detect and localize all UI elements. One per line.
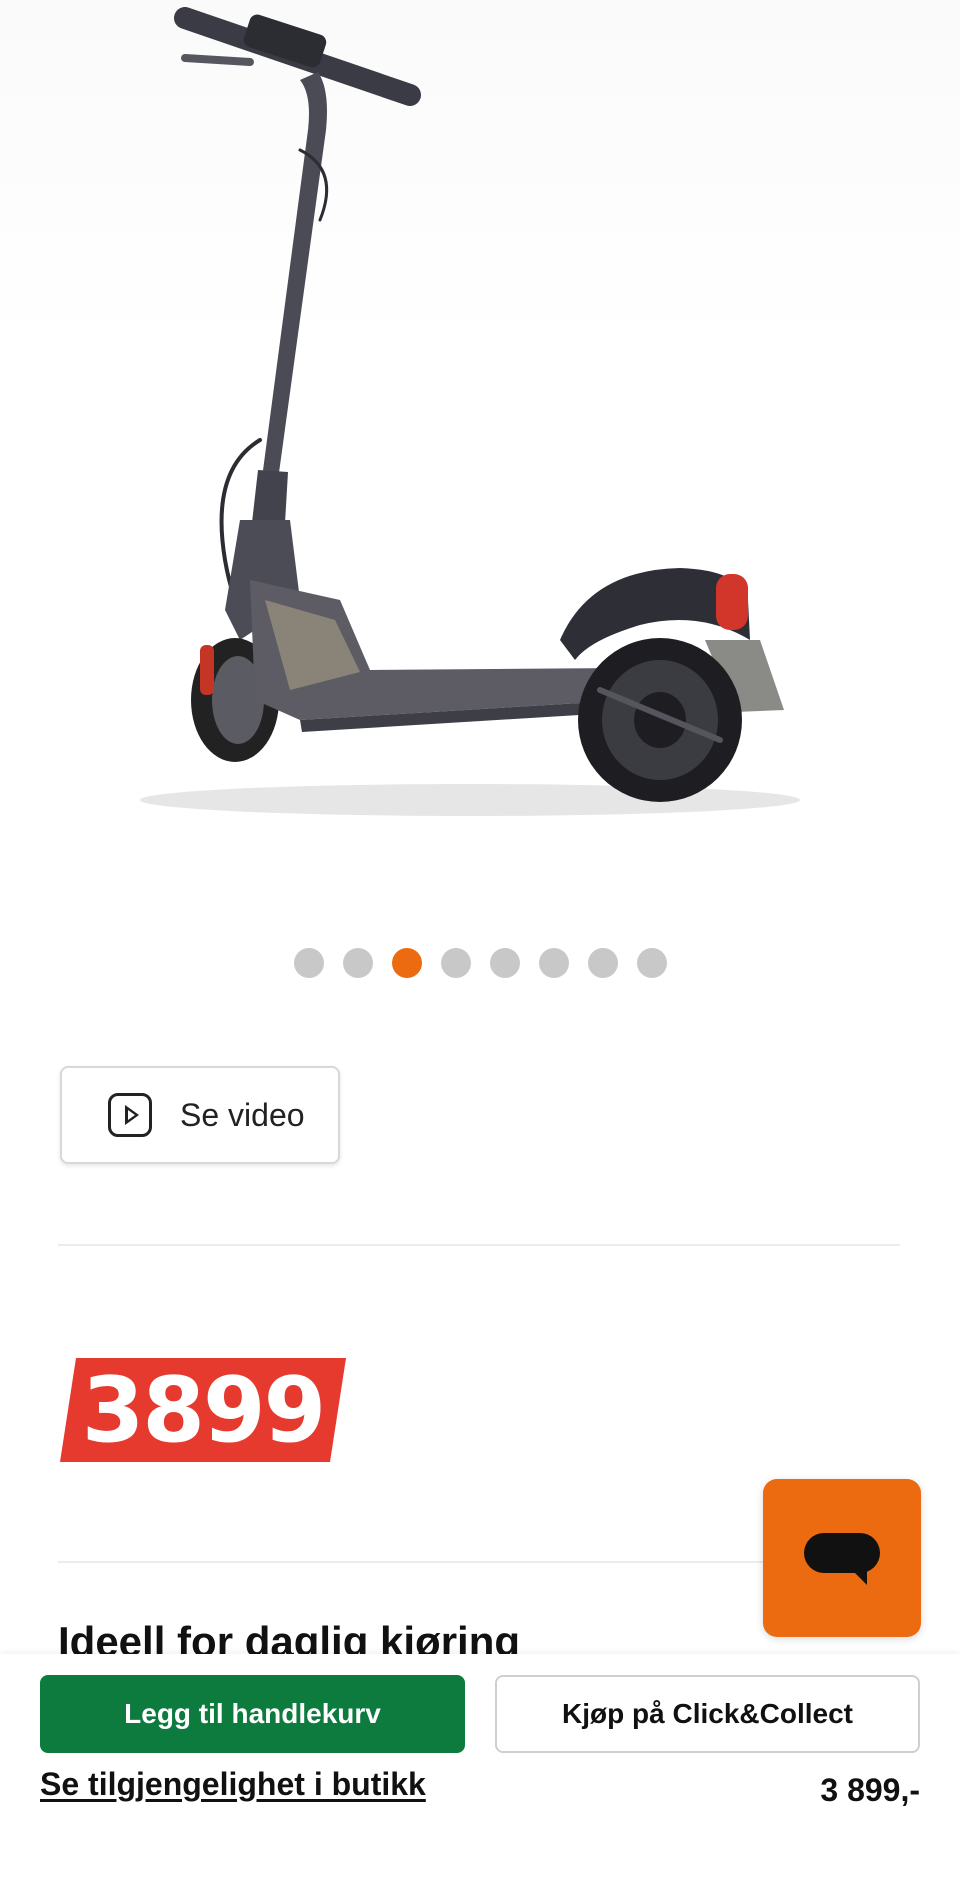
gallery-dot[interactable] (636, 948, 667, 978)
watch-video-button[interactable]: Se video (60, 1066, 340, 1164)
chat-button[interactable] (763, 1479, 921, 1637)
gallery-pagination (0, 948, 960, 978)
gallery-dot[interactable] (489, 948, 520, 978)
gallery-dot[interactable] (440, 948, 471, 978)
gallery-dot[interactable] (538, 948, 569, 978)
scooter-illustration (140, 7, 800, 816)
divider (58, 1244, 900, 1246)
price-badge: 3899 (60, 1358, 346, 1462)
store-availability-link[interactable]: Se tilgjengelighet i butikk (40, 1766, 426, 1803)
add-to-cart-button[interactable]: Legg til handlekurv (40, 1675, 465, 1753)
gallery-dot[interactable] (342, 948, 373, 978)
click-collect-button[interactable]: Kjøp på Click&Collect (495, 1675, 920, 1753)
footer-price: 3 899,- (820, 1772, 920, 1808)
gallery-dot[interactable] (587, 948, 618, 978)
price-badge-value: 3899 (81, 1357, 325, 1463)
gallery-dot[interactable] (293, 948, 324, 978)
chat-icon (804, 1533, 880, 1573)
watch-video-label: Se video (180, 1096, 305, 1133)
purchase-bar: Legg til handlekurv Kjøp på Click&Collec… (0, 1654, 960, 1882)
play-icon (108, 1093, 152, 1137)
gallery-dot-active[interactable] (391, 948, 422, 978)
product-image[interactable] (0, 0, 960, 860)
